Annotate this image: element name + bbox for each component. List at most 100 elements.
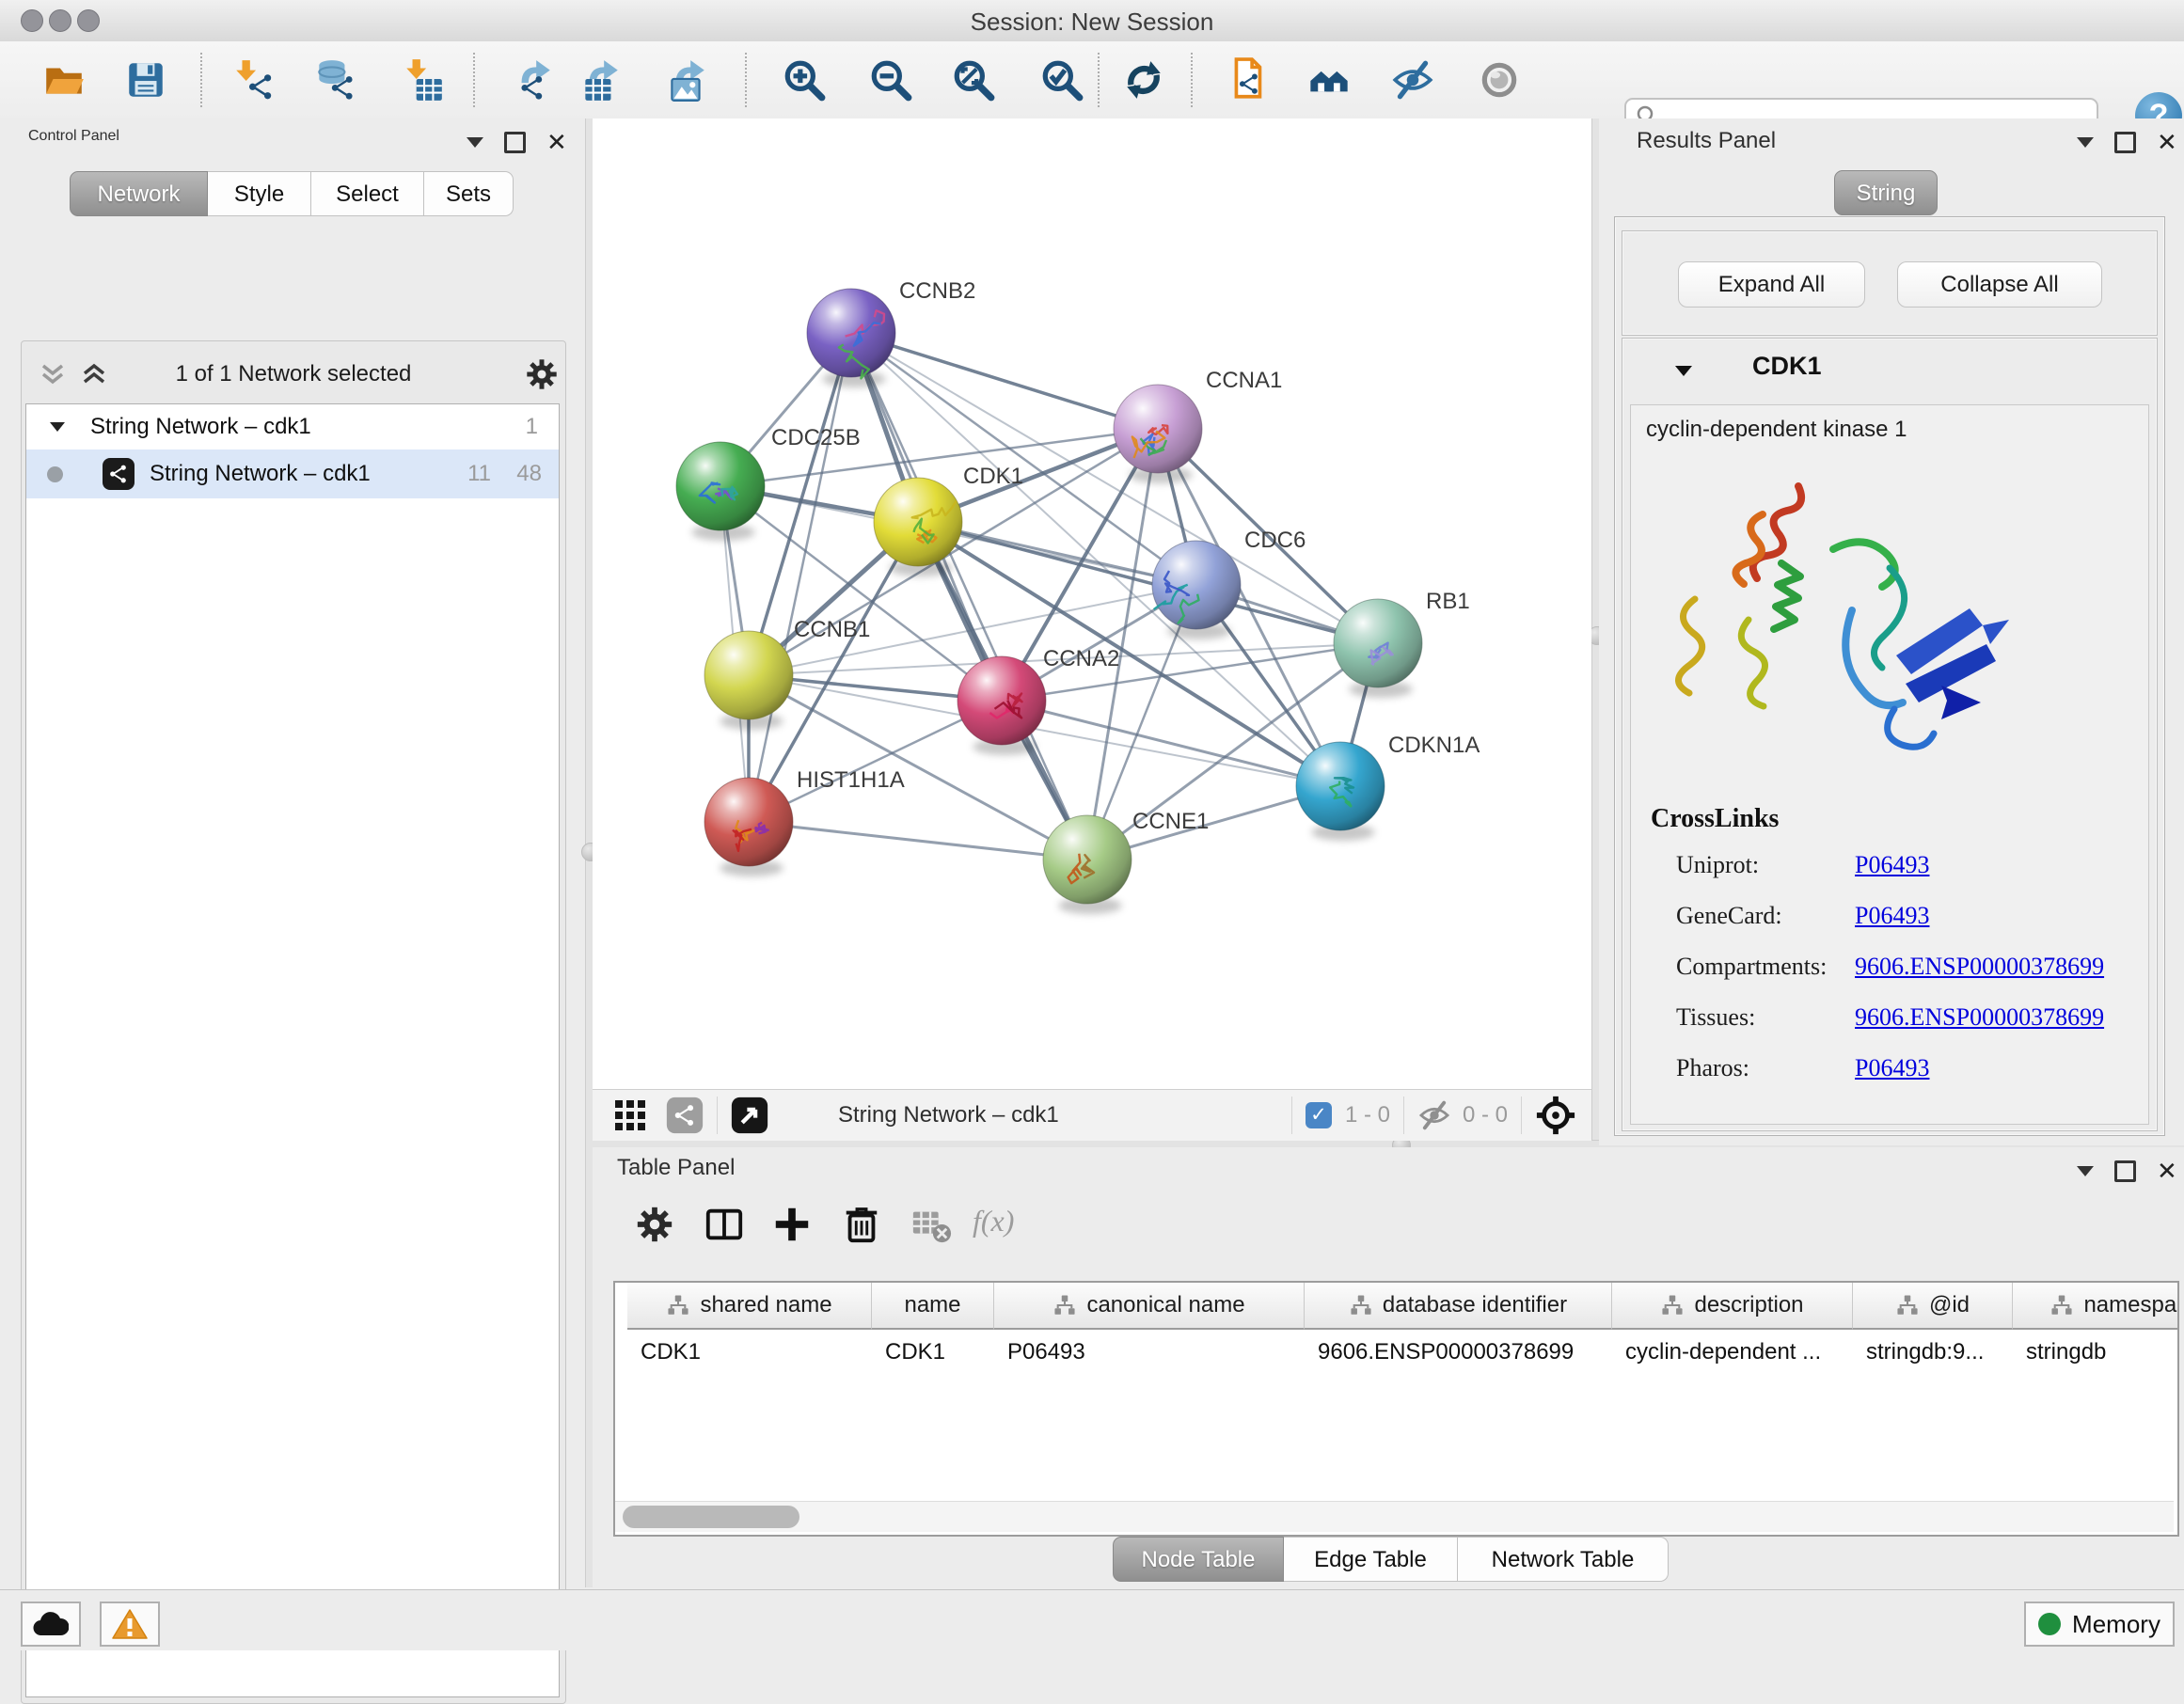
network-node-ccne1[interactable]: CCNE1 (1043, 809, 1209, 914)
crosslink-link[interactable]: 9606.ENSP00000378699 (1855, 953, 2104, 981)
network-status-dot (47, 466, 63, 482)
network-edge[interactable] (851, 333, 1158, 429)
results-panel: Results Panel ✕ String Expand All Collap… (1599, 118, 2184, 1145)
network-share-icon[interactable] (666, 1097, 704, 1134)
update-network-icon[interactable] (1121, 57, 1166, 103)
crosslink-link[interactable]: 9606.ENSP00000378699 (1855, 1003, 2104, 1032)
network-node-hist1h1a[interactable]: HIST1H1A (704, 767, 905, 876)
zoom-out-icon[interactable] (868, 57, 913, 103)
crosslink-link[interactable]: P06493 (1855, 851, 1929, 879)
float-panel-icon[interactable] (504, 132, 526, 153)
collapse-all-button[interactable]: Collapse All (1897, 261, 2102, 308)
scrollbar-thumb[interactable] (623, 1506, 799, 1528)
crosslink-link[interactable]: P06493 (1855, 902, 1929, 930)
table-cell[interactable]: stringdb:9... (1853, 1332, 2013, 1373)
tab-select[interactable]: Select (311, 171, 424, 216)
delete-column-icon[interactable] (841, 1204, 882, 1245)
create-column-icon[interactable] (771, 1204, 813, 1245)
tab-style[interactable]: Style (208, 171, 311, 216)
network-node-rb1[interactable]: RB1 (1334, 589, 1470, 698)
warning-icon (112, 1608, 148, 1640)
column-header-@id[interactable]: @id (1853, 1283, 2013, 1330)
warnings-button[interactable] (100, 1601, 160, 1647)
control-panel: Control Panel ✕ NetworkStyleSelectSets 1… (0, 118, 585, 1587)
table-cell[interactable]: CDK1 (627, 1332, 872, 1373)
import-network-database-icon[interactable] (312, 57, 357, 103)
network-options-gear-icon[interactable] (524, 356, 560, 392)
show-all-icon[interactable] (1477, 57, 1522, 103)
string-network-graph[interactable]: CCNB2CCNA1CDC25BCDK1CDC6RB1CCNB1CCNA2CDK… (593, 118, 1591, 1089)
tab-edge-table[interactable]: Edge Table (1284, 1537, 1458, 1582)
add-annotation-icon[interactable] (1227, 57, 1272, 103)
node-label: CCNB2 (899, 278, 975, 304)
toolbar-separator (200, 53, 202, 107)
table-cell[interactable]: stringdb (2013, 1332, 2179, 1373)
column-header-namespace[interactable]: namespace (2013, 1283, 2179, 1330)
network-tree: String Network – cdk1 1 String Network –… (25, 403, 560, 1697)
table-options-gear-icon[interactable] (634, 1204, 675, 1245)
float-panel-icon[interactable] (2114, 132, 2136, 153)
protein-section-expander-icon[interactable] (1674, 365, 1693, 377)
panel-menu-icon[interactable] (2077, 137, 2094, 148)
network-edge[interactable] (749, 822, 1087, 860)
tab-network-table[interactable]: Network Table (1458, 1537, 1669, 1582)
table-horizontal-scrollbar[interactable] (615, 1501, 2174, 1532)
close-panel-icon[interactable]: ✕ (546, 134, 567, 150)
panel-menu-icon[interactable] (467, 137, 483, 148)
fit-selected-crosshair-icon[interactable] (1535, 1095, 1576, 1136)
crosslinks-list: Uniprot:P06493GeneCard:P06493Compartment… (1654, 851, 2143, 1105)
network-node-cdkn1a[interactable]: CDKN1A (1296, 733, 1480, 841)
cloud-status-button[interactable] (21, 1601, 81, 1647)
table-cell[interactable]: 9606.ENSP00000378699 (1305, 1332, 1612, 1373)
home-icon[interactable] (1306, 57, 1352, 103)
import-network-file-icon[interactable] (231, 57, 277, 103)
export-network-icon[interactable] (510, 57, 555, 103)
network-edge[interactable] (918, 522, 1378, 643)
memory-button[interactable]: Memory (2024, 1601, 2175, 1647)
tab-network[interactable]: Network (70, 171, 208, 216)
zoom-in-icon[interactable] (782, 57, 827, 103)
network-row-selected[interactable]: String Network – cdk1 11 48 (26, 450, 559, 498)
zoom-fit-icon[interactable] (951, 57, 996, 103)
network-collection-row[interactable]: String Network – cdk1 1 (26, 404, 559, 450)
column-header-canonical-name[interactable]: canonical name (994, 1283, 1305, 1330)
hide-selected-icon[interactable] (1390, 57, 1435, 103)
tab-sets[interactable]: Sets (424, 171, 514, 216)
expand-all-button[interactable]: Expand All (1678, 261, 1865, 308)
delete-table-icon[interactable] (910, 1204, 952, 1245)
show-columns-icon[interactable] (704, 1204, 745, 1245)
tab-string[interactable]: String (1834, 170, 1938, 215)
network-canvas[interactable]: CCNB2CCNA1CDC25BCDK1CDC6RB1CCNB1CCNA2CDK… (593, 118, 1591, 1089)
close-panel-icon[interactable]: ✕ (2157, 134, 2177, 150)
column-header-database-identifier[interactable]: database identifier (1305, 1283, 1612, 1330)
import-table-file-icon[interactable] (401, 57, 446, 103)
birdseye-grid-icon[interactable] (611, 1097, 649, 1134)
window-title: Session: New Session (0, 8, 2184, 37)
node-label: RB1 (1426, 589, 1470, 614)
export-image-icon[interactable] (664, 57, 709, 103)
table-cell[interactable]: P06493 (994, 1332, 1305, 1373)
save-session-icon[interactable] (123, 57, 168, 103)
network-node-ccna2[interactable]: CCNA2 (957, 646, 1119, 755)
collection-expander-icon[interactable] (49, 421, 66, 433)
network-node-cdk1[interactable]: CDK1 (874, 464, 1023, 576)
open-session-icon[interactable] (41, 57, 87, 103)
column-header-name[interactable]: name (872, 1283, 994, 1330)
column-header-description[interactable]: description (1612, 1283, 1853, 1330)
table-cell[interactable]: cyclin-dependent ... (1612, 1332, 1853, 1373)
panel-menu-icon[interactable] (2077, 1166, 2094, 1176)
protein-details: cyclin-dependent kinase 1 (1630, 404, 2149, 1125)
crosslink-link[interactable]: P06493 (1855, 1054, 1929, 1082)
table-cell[interactable]: CDK1 (872, 1332, 994, 1373)
column-header-shared-name[interactable]: shared name (627, 1283, 872, 1330)
close-panel-icon[interactable]: ✕ (2157, 1163, 2177, 1179)
zoom-selected-icon[interactable] (1039, 57, 1084, 103)
network-node-cdc6[interactable]: CDC6 (1152, 528, 1306, 639)
export-table-icon[interactable] (578, 57, 623, 103)
float-panel-icon[interactable] (2114, 1160, 2136, 1182)
tab-node-table[interactable]: Node Table (1113, 1537, 1284, 1582)
function-builder-icon[interactable]: f(x) (973, 1204, 1014, 1239)
open-in-window-icon[interactable] (731, 1097, 768, 1134)
selected-checkbox-icon[interactable]: ✓ (1306, 1102, 1332, 1128)
network-edge[interactable] (749, 333, 851, 822)
